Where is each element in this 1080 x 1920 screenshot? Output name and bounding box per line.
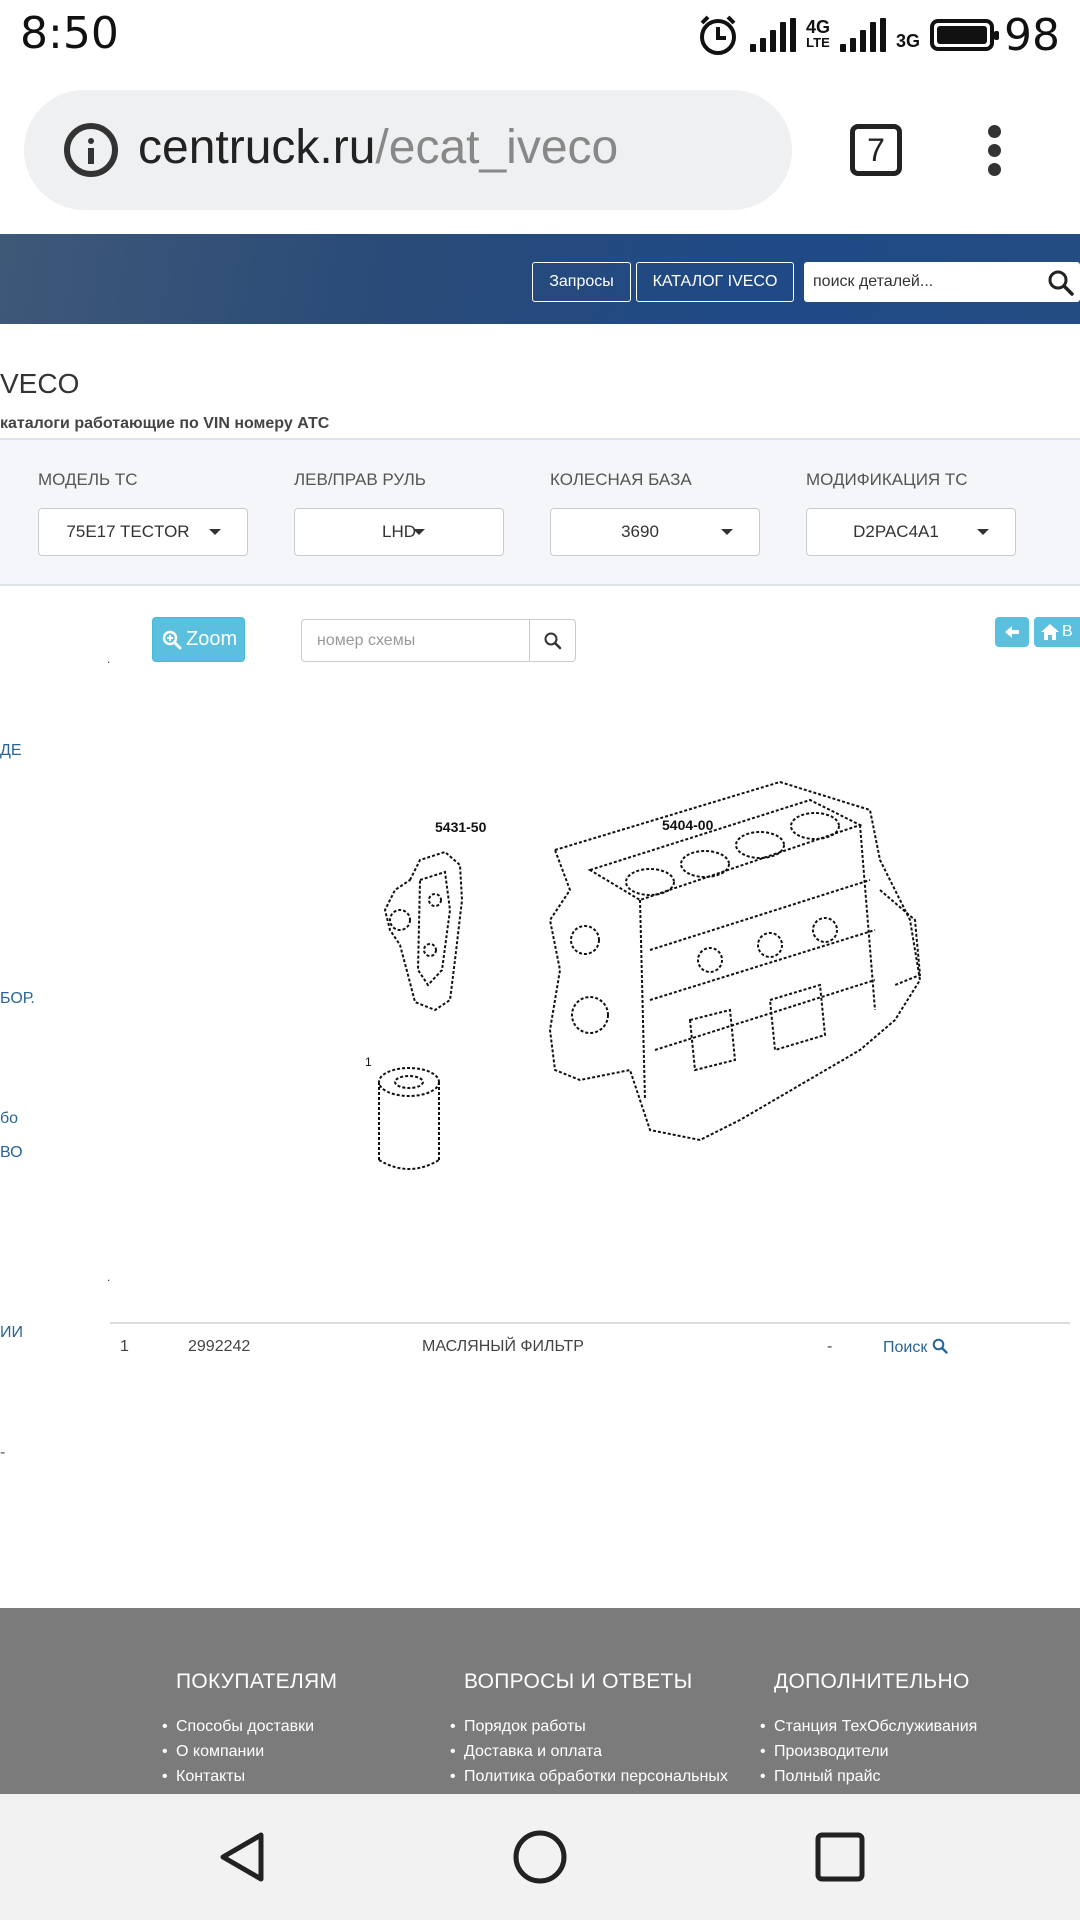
footer-link[interactable]: Контакты bbox=[162, 1764, 337, 1789]
signal-icon-2 bbox=[839, 18, 886, 52]
search-icon[interactable] bbox=[1047, 269, 1075, 297]
page-title: VECO bbox=[0, 368, 80, 399]
scheme-number-input[interactable]: номер схемы bbox=[301, 619, 530, 662]
caret-down-icon bbox=[721, 529, 733, 535]
zoom-in-icon bbox=[162, 630, 182, 650]
status-icons: 4G LTE 3G 98 bbox=[696, 8, 1060, 62]
back-button[interactable] bbox=[995, 617, 1029, 647]
part-qty: - bbox=[827, 1338, 833, 1355]
alarm-icon bbox=[699, 15, 736, 55]
parts-diagram[interactable]: 5431-50 5404-00 1 bbox=[350, 770, 970, 1220]
parts-table: 1 2992242 МАСЛЯНЫЙ ФИЛЬТР - Поиск bbox=[110, 1322, 1070, 1374]
footer-link[interactable]: Производители bbox=[760, 1739, 977, 1764]
divider-dot: . bbox=[107, 652, 111, 666]
caret-down-icon bbox=[209, 529, 221, 535]
model-value: 75E17 TECTOR bbox=[66, 522, 190, 541]
catalog-button[interactable]: КАТАЛОГ IVECO bbox=[636, 262, 794, 302]
sidebar-link[interactable]: ИИ bbox=[0, 1324, 23, 1342]
footer-link[interactable]: Станция ТехОбслуживания bbox=[760, 1714, 977, 1739]
network-type-2: 3G bbox=[895, 31, 920, 51]
model-select[interactable]: 75E17 TECTOR bbox=[38, 508, 248, 556]
divider-dot: . bbox=[107, 1270, 111, 1284]
part-code: 2992242 bbox=[188, 1338, 251, 1355]
zoom-button[interactable]: Zoom bbox=[152, 617, 245, 662]
table-row[interactable]: 1 2992242 МАСЛЯНЫЙ ФИЛЬТР - Поиск bbox=[110, 1324, 1070, 1374]
vehicle-filter-panel: МОДЕЛЬ ТС 75E17 TECTOR ЛЕВ/ПРАВ РУЛЬ LHD… bbox=[0, 438, 1080, 586]
more-menu-icon[interactable] bbox=[980, 120, 1010, 180]
diagram-callout: 1 bbox=[365, 1055, 372, 1069]
status-bar: 8:50 4G LTE 3G 98 bbox=[0, 0, 1080, 70]
modification-select[interactable]: D2PAC4A1 bbox=[806, 508, 1016, 556]
footer-link[interactable]: Политика обработки персональных bbox=[450, 1764, 728, 1789]
sidebar-link[interactable]: бо bbox=[0, 1110, 18, 1128]
system-nav-bar bbox=[0, 1794, 1080, 1920]
footer-col-buyers: ПОКУПАТЕЛЯМ Способы доставки О компании … bbox=[162, 1670, 338, 1789]
part-number: 1 bbox=[120, 1338, 129, 1355]
requests-button[interactable]: Запросы bbox=[532, 262, 631, 302]
scheme-search-button[interactable] bbox=[529, 619, 576, 662]
network-type-1: 4G LTE bbox=[805, 17, 830, 50]
signal-icon-1 bbox=[749, 18, 796, 52]
diagram-label-left: 5431-50 bbox=[435, 819, 487, 835]
footer-link[interactable]: Порядок работы bbox=[450, 1714, 728, 1739]
page-subtitle: каталоги работающие по VIN номеру АТС bbox=[0, 415, 330, 432]
model-label: МОДЕЛЬ ТС bbox=[38, 470, 138, 489]
footer-col-title: ПОКУПАТЕЛЯМ bbox=[176, 1670, 338, 1693]
diagram-label-right: 5404-00 bbox=[662, 817, 714, 833]
steering-value: LHD bbox=[381, 522, 416, 541]
footer-col-faq: ВОПРОСЫ И ОТВЕТЫ Порядок работы Доставка… bbox=[450, 1670, 728, 1789]
caret-down-icon bbox=[977, 529, 989, 535]
footer-link[interactable]: Полный прайс bbox=[760, 1764, 977, 1789]
steering-label: ЛЕВ/ПРАВ РУЛЬ bbox=[294, 470, 426, 489]
footer-link[interactable]: Способы доставки bbox=[162, 1714, 337, 1739]
steering-select[interactable]: LHD bbox=[294, 508, 504, 556]
tabs-button[interactable]: 7 bbox=[850, 124, 902, 176]
url-text[interactable]: centruck.ru/ecat_iveco bbox=[138, 120, 618, 175]
home-icon bbox=[1041, 624, 1059, 640]
footer-link[interactable]: Доставка и оплата bbox=[450, 1739, 728, 1764]
back-nav-icon[interactable] bbox=[211, 1827, 271, 1887]
battery-level: 98 bbox=[1004, 9, 1060, 61]
caret-down-icon bbox=[413, 529, 425, 535]
footer-col-title: ДОПОЛНИТЕЛЬНО bbox=[774, 1670, 970, 1693]
sidebar-link[interactable]: - bbox=[0, 1444, 5, 1462]
footer-col-title: ВОПРОСЫ И ОТВЕТЫ bbox=[464, 1670, 693, 1693]
part-search-link[interactable]: Поиск bbox=[883, 1338, 948, 1357]
arrow-left-icon bbox=[1005, 626, 1019, 638]
sidebar-link[interactable]: БОР. bbox=[0, 990, 35, 1008]
footer-col-extra: ДОПОЛНИТЕЛЬНО Станция ТехОбслуживания Пр… bbox=[760, 1670, 977, 1789]
part-name: МАСЛЯНЫЙ ФИЛЬТР bbox=[422, 1338, 584, 1355]
recents-nav-icon[interactable] bbox=[810, 1827, 870, 1887]
site-header: Запросы КАТАЛОГ IVECO поиск деталей... bbox=[0, 234, 1080, 324]
status-time: 8:50 bbox=[20, 8, 119, 59]
home-label: В bbox=[1062, 623, 1073, 640]
url-host: centruck.ru bbox=[138, 121, 376, 174]
wheelbase-value: 3690 bbox=[621, 522, 659, 541]
footer: ПОКУПАТЕЛЯМ Способы доставки О компании … bbox=[0, 1608, 1080, 1794]
sidebar-link[interactable]: ДЕ bbox=[0, 742, 22, 760]
address-bar[interactable]: centruck.ru/ecat_iveco bbox=[24, 90, 792, 210]
home-nav-icon[interactable] bbox=[510, 1827, 570, 1887]
sidebar-link[interactable]: ВО bbox=[0, 1144, 23, 1162]
site-info-icon[interactable] bbox=[64, 123, 118, 177]
zoom-label: Zoom bbox=[186, 628, 238, 650]
url-path: /ecat_iveco bbox=[375, 121, 619, 174]
search-icon bbox=[544, 632, 562, 650]
search-icon bbox=[932, 1338, 948, 1354]
modification-label: МОДИФИКАЦИЯ ТС bbox=[806, 470, 968, 489]
scheme-placeholder: номер схемы bbox=[317, 632, 416, 649]
home-button[interactable]: В bbox=[1034, 617, 1080, 647]
parts-search-placeholder: поиск деталей... bbox=[813, 273, 934, 290]
battery-icon bbox=[930, 19, 999, 51]
modification-value: D2PAC4A1 bbox=[853, 522, 939, 541]
parts-search-input[interactable]: поиск деталей... bbox=[804, 262, 1080, 302]
wheelbase-select[interactable]: 3690 bbox=[550, 508, 760, 556]
footer-link[interactable]: О компании bbox=[162, 1739, 337, 1764]
wheelbase-label: КОЛЕСНАЯ БАЗА bbox=[550, 470, 692, 489]
